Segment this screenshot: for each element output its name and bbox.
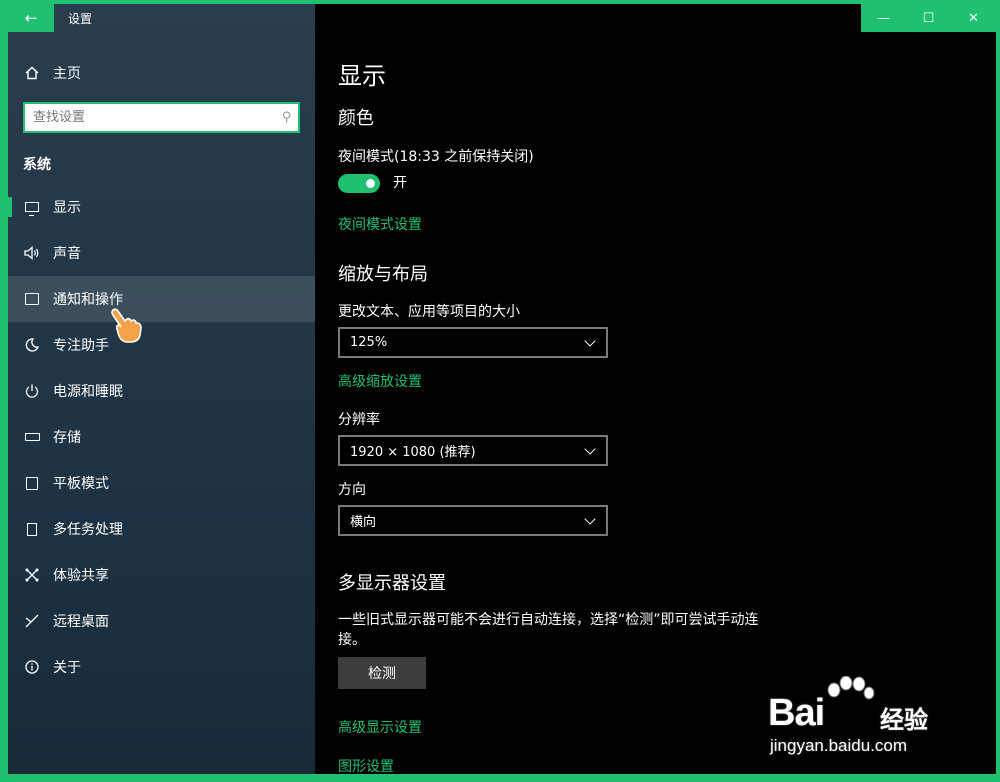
baidu-watermark: Bai 经验 jingyan.baidu.com [762, 676, 952, 766]
sidebar-item-label: 电源和睡眠 [53, 384, 123, 400]
settings-window: ← 设置 主页 ⚲ 系统 显示 声音 [8, 4, 996, 774]
color-heading: 颜色 [338, 108, 374, 129]
maximize-button[interactable]: ☐ [906, 4, 951, 32]
tablet-icon [24, 475, 40, 491]
orientation-dropdown[interactable]: 横向 [338, 505, 608, 536]
maximize-icon: ☐ [922, 10, 935, 26]
graphics-settings-link[interactable]: 图形设置 [338, 756, 394, 774]
notification-icon [24, 291, 40, 307]
chevron-down-icon [584, 334, 596, 347]
search-input[interactable] [33, 110, 283, 125]
sidebar-nav: 显示 声音 通知和操作 专注助手 电源和睡眠 存储 平板模式 多任务处理 体验共… [8, 184, 315, 690]
watermark-url: jingyan.baidu.com [770, 736, 908, 755]
sidebar-item-label: 主页 [53, 66, 81, 82]
sidebar-item-remote-desktop[interactable]: 远程桌面 [8, 598, 315, 644]
night-mode-toggle-state: 开 [393, 175, 407, 191]
sidebar-item-shared-experiences[interactable]: 体验共享 [8, 552, 315, 598]
home-icon [24, 65, 40, 81]
sidebar-item-notifications[interactable]: 通知和操作 [8, 276, 315, 322]
sidebar-item-label: 平板模式 [53, 476, 109, 492]
night-mode-label: 夜间模式(18:33 之前保持关闭) [338, 149, 534, 165]
text-size-label: 更改文本、应用等项目的大小 [338, 304, 520, 320]
sidebar-item-multitasking[interactable]: 多任务处理 [8, 506, 315, 552]
sidebar-item-label: 存储 [53, 430, 81, 446]
share-icon [24, 567, 40, 583]
sidebar-item-label: 体验共享 [53, 568, 109, 584]
close-button[interactable]: ✕ [951, 4, 996, 32]
watermark-brand-suffix: 经验 [880, 706, 928, 734]
window-controls: — ☐ ✕ [861, 4, 996, 32]
arrow-left-icon: ← [24, 9, 38, 27]
minimize-button[interactable]: — [861, 4, 906, 32]
advanced-scaling-link[interactable]: 高级缩放设置 [338, 371, 422, 391]
resolution-value: 1920 × 1080 (推荐) [350, 445, 476, 460]
multitask-icon [24, 521, 40, 537]
text-size-value: 125% [350, 335, 388, 350]
back-button[interactable]: ← [8, 4, 54, 32]
content-pane: — ☐ ✕ 显示 颜色 夜间模式(18:33 之前保持关闭) 开 夜间模式设置 … [315, 4, 996, 774]
info-icon [24, 659, 40, 675]
sidebar-item-label: 声音 [53, 246, 81, 262]
close-icon: ✕ [968, 10, 979, 26]
power-icon [24, 383, 40, 399]
search-icon[interactable]: ⚲ [282, 110, 292, 125]
search-box[interactable]: ⚲ [23, 102, 300, 133]
sidebar-item-display[interactable]: 显示 [8, 184, 315, 230]
section-label: 系统 [23, 157, 51, 173]
night-mode-toggle[interactable] [338, 174, 380, 193]
scale-layout-heading: 缩放与布局 [338, 264, 428, 285]
chevron-down-icon [584, 442, 596, 455]
sidebar-item-label: 专注助手 [53, 338, 109, 354]
orientation-value: 横向 [350, 515, 377, 530]
speaker-icon [24, 245, 40, 261]
sidebar-item-storage[interactable]: 存储 [8, 414, 315, 460]
page-title: 显示 [338, 62, 386, 90]
titlebar-left: ← 设置 [8, 4, 315, 32]
detect-button[interactable]: 检测 [338, 657, 426, 689]
resolution-label: 分辨率 [338, 412, 380, 428]
sidebar-item-power[interactable]: 电源和睡眠 [8, 368, 315, 414]
sidebar-item-label: 多任务处理 [53, 522, 123, 538]
watermark-brand: Bai [768, 692, 825, 734]
sidebar-item-home[interactable]: 主页 [8, 56, 315, 90]
moon-icon [24, 337, 40, 353]
sidebar-item-label: 通知和操作 [53, 292, 123, 308]
remote-desktop-icon [24, 613, 40, 629]
night-mode-settings-link[interactable]: 夜间模式设置 [338, 214, 422, 234]
advanced-display-link[interactable]: 高级显示设置 [338, 717, 422, 737]
sidebar-item-about[interactable]: 关于 [8, 644, 315, 690]
storage-icon [24, 429, 40, 445]
pointer-hand-icon [111, 308, 142, 343]
minimize-icon: — [877, 10, 890, 26]
sidebar-item-label: 关于 [53, 660, 81, 676]
sidebar-item-tablet-mode[interactable]: 平板模式 [8, 460, 315, 506]
paw-logo-icon [827, 676, 875, 700]
sidebar-item-focus-assist[interactable]: 专注助手 [8, 322, 315, 368]
sidebar: ← 设置 主页 ⚲ 系统 显示 声音 [8, 4, 315, 774]
multi-display-description: 一些旧式显示器可能不会进行自动连接，选择“检测”即可尝试手动连接。 [338, 612, 759, 648]
resolution-dropdown[interactable]: 1920 × 1080 (推荐) [338, 435, 608, 466]
chevron-down-icon [584, 512, 596, 525]
app-title: 设置 [68, 11, 93, 26]
text-size-dropdown[interactable]: 125% [338, 327, 608, 358]
multi-display-heading: 多显示器设置 [338, 573, 446, 594]
sidebar-item-label: 远程桌面 [53, 614, 109, 630]
monitor-icon [24, 199, 40, 216]
sidebar-item-sound[interactable]: 声音 [8, 230, 315, 276]
orientation-label: 方向 [338, 482, 366, 498]
sidebar-item-label: 显示 [53, 200, 81, 216]
